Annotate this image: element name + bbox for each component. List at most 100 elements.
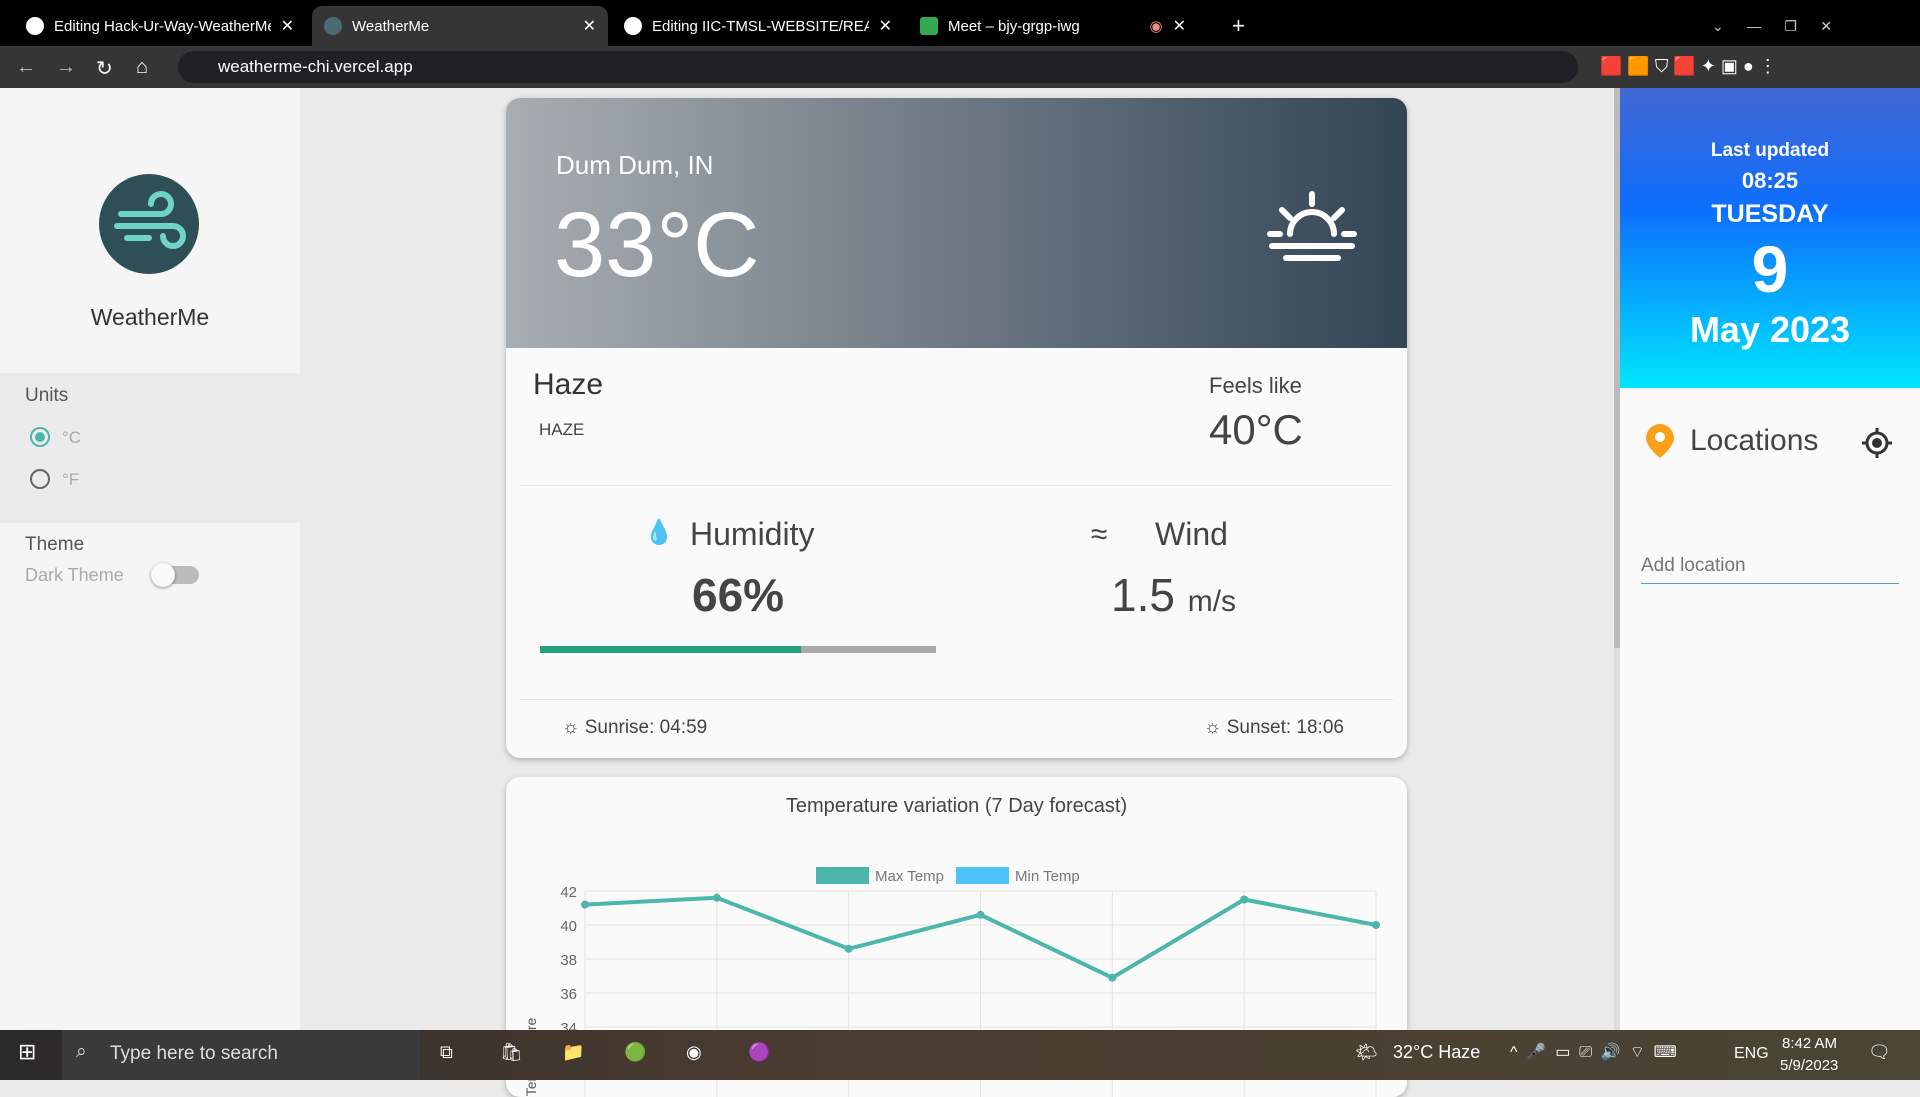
meet-icon [920, 17, 938, 35]
sunset-text: Sunset: 18:06 [1226, 717, 1344, 738]
feels-like-label: Feels like [1209, 373, 1302, 398]
home-icon[interactable]: ⌂ [136, 56, 148, 79]
weather-widget-icon[interactable]: 🌤 [1355, 1042, 1378, 1063]
taskbar: ⊞ ⌕ Type here to search ⧉ 🛍 📁 🟢 ◉ 🟣 🌤 32°… [0, 1030, 1920, 1080]
tab-weatherme[interactable]: WeatherMe ✕ [312, 6, 608, 46]
my-location-icon[interactable] [1862, 428, 1892, 458]
taskbar-weather[interactable]: 32°C Haze [1393, 1042, 1480, 1063]
y-tick-label: 40 [560, 918, 577, 935]
close-tab-icon[interactable]: ✕ [583, 16, 596, 36]
month-year: May 2023 [1689, 309, 1851, 350]
discord-icon[interactable]: 🟣 [748, 1042, 770, 1063]
tab-title: WeatherMe [352, 17, 430, 35]
forward-icon[interactable]: → [56, 56, 76, 79]
new-tab-button[interactable]: + [1220, 6, 1257, 46]
tab-meet[interactable]: Meet – bjy-grgp-iwg ◉ ✕ [908, 6, 1198, 46]
celsius-radio[interactable] [30, 427, 50, 447]
weatherme-icon [324, 17, 342, 35]
dark-theme-label: Dark Theme [25, 565, 124, 585]
tab-bar: Editing Hack-Ur-Way-WeatherMe ✕ WeatherMe… [0, 0, 1920, 46]
store-icon[interactable]: 🛍 [500, 1042, 523, 1063]
fahrenheit-label: °F [62, 470, 80, 489]
notifications-icon[interactable]: 🗨 [1868, 1042, 1891, 1063]
legend-swatch [816, 867, 869, 884]
legend-swatch [956, 867, 1009, 884]
humidity-bar [540, 646, 936, 653]
sunrise: ☼ Sunrise: 04:59 [562, 717, 708, 738]
humidity-bar-fill [540, 646, 802, 653]
y-tick-label: 36 [560, 986, 577, 1003]
theme-label: Theme [25, 534, 85, 555]
data-point [1372, 921, 1380, 929]
github-icon [26, 17, 44, 35]
tab-title: Editing IIC-TMSL-WEBSITE/README [652, 17, 869, 35]
divider [520, 699, 1393, 700]
recording-icon: ◉ [1149, 18, 1163, 35]
units-label: Units [25, 385, 69, 406]
clock-date[interactable]: 5/9/2023 [1780, 1057, 1838, 1074]
url-input[interactable]: weatherme-chi.vercel.app [178, 51, 1578, 83]
condition-description: HAZE [539, 420, 585, 439]
task-view-icon[interactable]: ⧉ [440, 1042, 453, 1063]
locations-heading: Locations [1690, 424, 1819, 457]
data-point [1108, 973, 1117, 982]
feels-like-value: 40°C [1209, 406, 1303, 453]
windows-start-icon[interactable]: ⊞ [18, 1039, 36, 1065]
y-tick-label: 42 [560, 884, 577, 901]
droplet-icon: 💧 [644, 519, 674, 546]
data-point [844, 944, 853, 953]
close-tab-icon[interactable]: ✕ [879, 16, 892, 36]
extensions-icons[interactable]: 🟥 🟧 ⛉ 🟥 ✦ ▣ ● ⋮ [1600, 56, 1777, 77]
humidity-value: 66% [692, 569, 785, 621]
tab-editing-iic[interactable]: Editing IIC-TMSL-WEBSITE/README ✕ [612, 6, 904, 46]
wind-icon: ≈ [1091, 518, 1108, 551]
url-text: weatherme-chi.vercel.app [218, 57, 413, 76]
date-panel: Last updated 08:25 TUESDAY 9 May 2023 [1620, 88, 1920, 388]
weather-card: Dum Dum, IN 33°C Haze HAZE Feels like 40… [506, 98, 1407, 758]
right-panel: Last updated 08:25 TUESDAY 9 May 2023 Lo… [1620, 88, 1920, 1030]
wind-unit: m/s [1187, 585, 1237, 618]
current-temp: 33°C [554, 194, 760, 296]
location-pin-icon [1646, 424, 1674, 458]
add-location-input[interactable] [1641, 548, 1899, 584]
fahrenheit-radio[interactable] [30, 469, 50, 489]
sunset: ☼ Sunset: 18:06 [1204, 717, 1344, 738]
celsius-label: °C [62, 428, 82, 447]
reload-icon[interactable]: ↻ [96, 56, 113, 81]
weekday: TUESDAY [1711, 200, 1829, 228]
search-placeholder: Type here to search [110, 1043, 278, 1064]
system-tray-icons[interactable]: ^ 🎤 ▭ ⎚ 🔊 ⌔ ⌨ [1510, 1042, 1677, 1062]
data-point [581, 900, 589, 909]
condition: Haze [533, 368, 604, 401]
tab-editing-hack[interactable]: Editing Hack-Ur-Way-WeatherMe ✕ [14, 6, 306, 46]
back-icon[interactable]: ← [16, 56, 36, 79]
data-point [712, 893, 721, 902]
tab-title: Editing Hack-Ur-Way-WeatherMe [54, 17, 271, 35]
data-point [1240, 895, 1249, 904]
weatherme-logo [99, 174, 199, 274]
wind-label: Wind [1155, 516, 1228, 552]
data-point [976, 910, 985, 919]
wind-value: 1.5 m/s [1111, 568, 1236, 622]
close-tab-icon[interactable]: ✕ [281, 16, 294, 36]
wind-speed: 1.5 [1111, 569, 1175, 621]
units-section: Units °C °F [0, 373, 300, 523]
address-bar: ← → ↻ ⌂ weatherme-chi.vercel.app 🟥 🟧 ⛉ 🟥… [0, 46, 1920, 88]
chrome-icon[interactable]: ◉ [686, 1042, 702, 1063]
humidity-label: Humidity [690, 516, 815, 552]
whatsapp-icon[interactable]: 🟢 [624, 1042, 646, 1063]
last-updated-time: 08:25 [1741, 168, 1799, 193]
file-explorer-icon[interactable]: 📁 [562, 1042, 584, 1063]
taskbar-search[interactable]: ⌕ Type here to search [62, 1030, 420, 1080]
language-indicator[interactable]: ENG [1734, 1045, 1769, 1063]
tab-title: Meet – bjy-grgp-iwg [948, 17, 1080, 35]
window-controls[interactable]: ⌄ — ❐ ✕ [1700, 6, 1844, 46]
day-number: 9 [1751, 232, 1789, 306]
weather-header: Dum Dum, IN 33°C [506, 98, 1407, 348]
last-updated-label: Last updated [1710, 140, 1830, 161]
clock-time[interactable]: 8:42 AM [1782, 1035, 1837, 1052]
close-tab-icon[interactable]: ✕ [1173, 16, 1186, 36]
dark-theme-toggle[interactable] [151, 563, 199, 587]
brand-name: WeatherMe [90, 304, 210, 330]
city-name: Dum Dum, IN [556, 150, 714, 180]
